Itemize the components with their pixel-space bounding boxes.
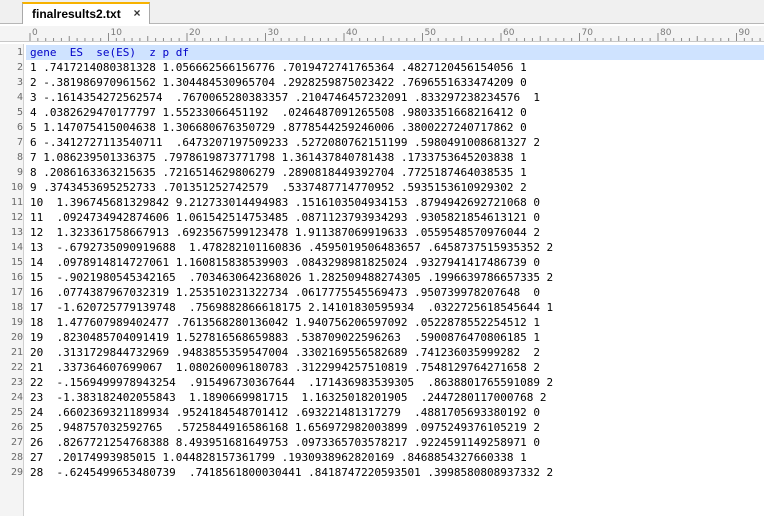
line-number: 12 <box>10 212 23 223</box>
ruler-ticks: 0 10 20 30 40 50 60 70 80 90 <box>29 28 761 41</box>
tab-title: finalresults2.txt <box>32 7 121 21</box>
ruler-label: 40 <box>346 28 358 38</box>
line-number: 5 <box>16 107 23 118</box>
ruler-label: 0 <box>32 28 38 38</box>
text-line[interactable]: 22 -.1569499978943254 .915496730367644 .… <box>26 375 764 390</box>
line-number: 29 <box>10 467 23 478</box>
text-line[interactable]: 7 1.086239501336375 .7978619873771798 1.… <box>26 150 764 165</box>
line-number: 9 <box>16 167 23 178</box>
line-number: 18 <box>10 302 23 313</box>
line-number: 24 <box>10 392 23 403</box>
text-line[interactable]: 20 .3131729844732969 .9483855359547004 .… <box>26 345 764 360</box>
line-number: 20 <box>10 332 23 343</box>
text-line[interactable]: 5 1.147075415004638 1.306680676350729 .8… <box>26 120 764 135</box>
ruler-label: 10 <box>111 28 123 38</box>
line-number: 27 <box>10 437 23 448</box>
text-line[interactable]: 25 .948757032592765 .5725844916586168 1.… <box>26 420 764 435</box>
line-number: 26 <box>10 422 23 433</box>
text-line[interactable]: 23 -1.383182402055843 1.1890669981715 1.… <box>26 390 764 405</box>
line-number: 19 <box>10 317 23 328</box>
text-line[interactable]: 16 .0774387967032319 1.253510231322734 .… <box>26 285 764 300</box>
line-number: 14 <box>10 242 23 253</box>
line-number: 21 <box>10 347 23 358</box>
text-line[interactable]: 26 .8267721254768388 8.493951681649753 .… <box>26 435 764 450</box>
line-number: 7 <box>16 137 23 148</box>
line-number: 25 <box>10 407 23 418</box>
line-number: 16 <box>10 272 23 283</box>
tab-bar: finalresults2.txt × <box>0 0 764 24</box>
line-number: 11 <box>10 197 23 208</box>
line-number: 6 <box>16 122 23 133</box>
text-line[interactable]: 15 -.9021980545342165 .7034630642368026 … <box>26 270 764 285</box>
text-line[interactable]: 27 .20174993985015 1.044828157361799 .19… <box>26 450 764 465</box>
line-number-gutter: 1 2 3 4 5 6 7 8 9 10 11 12 13 14 15 16 17 18 19 20 21 22 23 24 2… <box>0 44 24 516</box>
text-line[interactable]: 13 -.6792735090919688 1.478282101160836 … <box>26 240 764 255</box>
text-line[interactable]: 11 .0924734942874606 1.061542514753485 .… <box>26 210 764 225</box>
line-number: 2 <box>16 62 23 73</box>
text-line[interactable]: 19 .8230485704091419 1.527816568659883 .… <box>26 330 764 345</box>
line-number: 23 <box>10 377 23 388</box>
text-line[interactable]: 6 -.3412727113540711 .6473207197509233 .… <box>26 135 764 150</box>
text-line[interactable]: 21 .337364607699067 1.080260096180783 .3… <box>26 360 764 375</box>
text-line[interactable]: 24 .6602369321189934 .9524184548701412 .… <box>26 405 764 420</box>
line-number: 15 <box>10 257 23 268</box>
tab-finalresults2[interactable]: finalresults2.txt × <box>22 2 150 24</box>
column-ruler: 0 10 20 30 40 50 60 70 80 90 <box>0 26 764 42</box>
line-number: 22 <box>10 362 23 373</box>
text-line[interactable]: 18 1.477607989402477 .7613568280136042 1… <box>26 315 764 330</box>
line-number: 10 <box>10 182 23 193</box>
editor-text-area[interactable]: gene ES se(ES) z p df 1 .7417214080381328… <box>26 44 764 516</box>
text-line[interactable]: 9 .3743453695252733 .701351252742579 .53… <box>26 180 764 195</box>
line-number: 17 <box>10 287 23 298</box>
ruler-label: 90 <box>739 28 751 38</box>
close-icon[interactable]: × <box>131 7 143 19</box>
line-number: 28 <box>10 452 23 463</box>
line-number: 4 <box>16 92 23 103</box>
line-number: 8 <box>16 152 23 163</box>
text-line[interactable]: 1 .7417214080381328 1.056662566156776 .7… <box>26 60 764 75</box>
text-line[interactable]: 14 .0978914814727061 1.160815838539903 .… <box>26 255 764 270</box>
text-line[interactable]: 8 .2086163363215635 .7216514629806279 .2… <box>26 165 764 180</box>
text-line[interactable]: 3 -.1614354272562574 .7670065280383357 .… <box>26 90 764 105</box>
line-number: 13 <box>10 227 23 238</box>
ruler-label: 20 <box>189 28 201 38</box>
text-line[interactable]: 2 -.381986970961562 1.304484530965704 .2… <box>26 75 764 90</box>
header-line[interactable]: gene ES se(ES) z p df <box>26 45 764 60</box>
text-line[interactable]: 10 1.396745681329842 9.212733014494983 .… <box>26 195 764 210</box>
ruler-label: 70 <box>582 28 594 38</box>
text-line[interactable]: 28 -.6245499653480739 .7418561800030441 … <box>26 465 764 480</box>
text-line[interactable]: 17 -1.620725779139748 .7569882866618175 … <box>26 300 764 315</box>
ruler-label: 30 <box>268 28 280 38</box>
text-line[interactable]: 4 .0382629470177797 1.55233066451192 .02… <box>26 105 764 120</box>
ruler-label: 80 <box>660 28 672 38</box>
text-line[interactable]: 12 1.323361758667913 .6923567599123478 1… <box>26 225 764 240</box>
ruler-label: 50 <box>425 28 437 38</box>
line-number: 3 <box>16 77 23 88</box>
ruler-label: 60 <box>503 28 515 38</box>
line-number: 1 <box>16 47 23 58</box>
